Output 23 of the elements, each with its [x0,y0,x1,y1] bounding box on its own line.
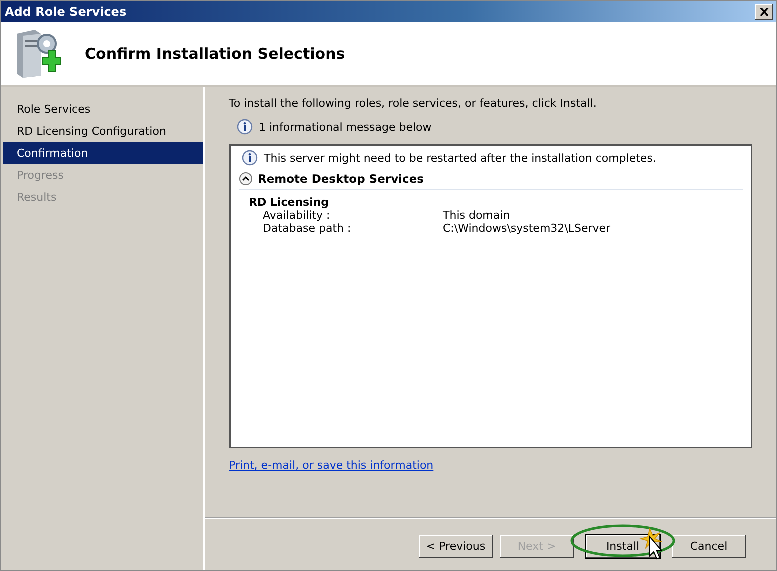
info-icon [237,119,253,135]
field-value: This domain [443,209,512,222]
wizard-step[interactable]: RD Licensing Configuration [3,120,203,142]
wizard-button[interactable]: Cancel [672,534,746,558]
wizard-step[interactable]: Confirmation [3,142,203,164]
wizard-button[interactable]: < Previous [419,534,493,558]
instruction-text: To install the following roles, role services, or features, click Install. [229,97,598,110]
message-count: 1 informational message below [259,120,432,134]
wizard-step[interactable]: Role Services [3,98,203,120]
collapse-icon[interactable] [239,172,253,186]
field-label: Availability : [263,209,332,222]
save-info-link[interactable]: Print, e-mail, or save this information [229,459,434,472]
window-title: Add Role Services [5,4,127,18]
page-heading: Confirm Installation Selections [85,44,346,62]
close-icon [760,8,768,16]
notice-text: This server might need to be restarted after the installation completes. [264,152,656,164]
cursor-icon [650,536,664,560]
info-icon [242,150,258,166]
field-label: Database path : [263,222,352,235]
close-button[interactable] [755,4,773,20]
group-name: RD Licensing [249,196,330,209]
field-value: C:\Windows\system32\LServer [443,222,612,235]
section-title: Remote Desktop Services [258,172,424,186]
